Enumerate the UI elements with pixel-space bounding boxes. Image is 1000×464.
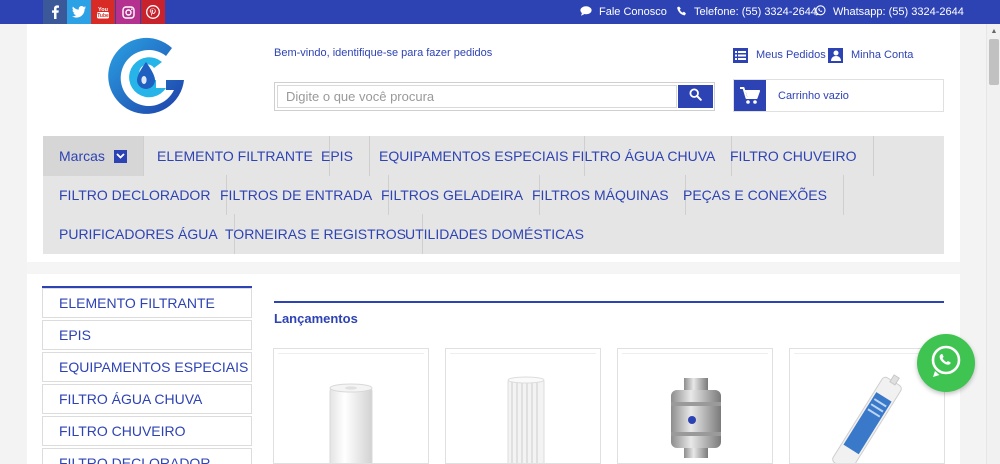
nav-item-equipamentos-especiais[interactable]: EQUIPAMENTOS ESPECIAIS bbox=[363, 136, 586, 176]
scroll-thumb[interactable] bbox=[989, 39, 999, 85]
nav-item-pecas-e-conexoes[interactable]: PEÇAS E CONEXÕES bbox=[667, 175, 844, 215]
nav-item-utilidades-domesticas[interactable]: UTILIDADES DOMÉSTICAS bbox=[389, 214, 600, 254]
sidebar-item-filtro-declorador[interactable]: FILTRO DECLORADOR bbox=[42, 448, 252, 464]
chevron-down-icon bbox=[113, 149, 127, 163]
meus-pedidos-label: Meus Pedidos bbox=[756, 49, 826, 61]
nav-item-purificadores-agua[interactable]: PURIFICADORES ÁGUA bbox=[43, 214, 235, 254]
product-card[interactable] bbox=[273, 348, 429, 464]
meus-pedidos-link[interactable]: Meus Pedidos bbox=[733, 47, 826, 63]
category-sidebar: ELEMENTO FILTRANTE EPIS EQUIPAMENTOS ESP… bbox=[42, 286, 252, 464]
product-card[interactable] bbox=[445, 348, 601, 464]
product-card[interactable] bbox=[617, 348, 773, 464]
telefone-label: Telefone: (55) 3324-2644 bbox=[694, 6, 817, 18]
site-logo[interactable] bbox=[104, 34, 188, 118]
nav-marcas-label: Marcas bbox=[59, 148, 105, 164]
youtube-icon[interactable]: You Tube bbox=[91, 0, 115, 24]
sidebar-item-epis[interactable]: EPIS bbox=[42, 320, 252, 350]
telefone-link[interactable]: Telefone: (55) 3324-2644 bbox=[677, 0, 817, 24]
minha-conta-link[interactable]: Minha Conta bbox=[828, 47, 913, 63]
whatsapp-small-icon bbox=[815, 5, 826, 19]
product-image[interactable] bbox=[278, 353, 424, 463]
nav-item-filtro-declorador[interactable]: FILTRO DECLORADOR bbox=[43, 175, 228, 215]
panel-separator bbox=[27, 262, 960, 274]
nav-item-filtros-maquinas[interactable]: FILTROS MÁQUINAS bbox=[516, 175, 686, 215]
chat-bubble-icon bbox=[580, 5, 592, 19]
user-icon bbox=[828, 47, 843, 63]
nav-item-filtro-agua-chuva[interactable]: FILTRO ÁGUA CHUVA bbox=[556, 136, 733, 176]
nav-item-epis[interactable]: EPIS bbox=[305, 136, 370, 176]
category-nav: Marcas ELEMENTO FILTRANTE EPIS EQUIPAMEN… bbox=[43, 136, 944, 254]
svg-text:Tube: Tube bbox=[97, 13, 109, 19]
fale-conosco-link[interactable]: Fale Conosco bbox=[580, 0, 667, 24]
welcome-message[interactable]: Bem-vindo, identifique-se para fazer ped… bbox=[274, 47, 492, 59]
whatsapp-link[interactable]: Whatsapp: (55) 3324-2644 bbox=[815, 0, 964, 24]
nav-item-filtros-de-entrada[interactable]: FILTROS DE ENTRADA bbox=[204, 175, 390, 215]
page-scrollbar[interactable]: ▲ bbox=[986, 24, 1000, 464]
search-bar bbox=[274, 82, 715, 111]
sidebar-item-filtro-agua-chuva[interactable]: FILTRO ÁGUA CHUVA bbox=[42, 384, 252, 414]
twitter-icon[interactable] bbox=[67, 0, 91, 24]
minha-conta-label: Minha Conta bbox=[851, 49, 914, 61]
whatsapp-label: Whatsapp: (55) 3324-2644 bbox=[833, 6, 964, 18]
search-input[interactable] bbox=[277, 85, 677, 108]
product-image[interactable] bbox=[622, 353, 768, 463]
nav-item-filtros-geladeira[interactable]: FILTROS GELADEIRA bbox=[365, 175, 541, 215]
cart-widget[interactable]: Carrinho vazio bbox=[733, 79, 944, 112]
section-title: Lançamentos bbox=[274, 311, 358, 326]
nav-item-elemento-filtrante[interactable]: ELEMENTO FILTRANTE bbox=[141, 136, 330, 176]
search-button[interactable] bbox=[678, 85, 713, 108]
sidebar-item-equipamentos-especiais[interactable]: EQUIPAMENTOS ESPECIAIS bbox=[42, 352, 252, 382]
facebook-icon[interactable] bbox=[43, 0, 67, 24]
instagram-icon[interactable] bbox=[116, 0, 140, 24]
fale-conosco-label: Fale Conosco bbox=[599, 6, 667, 18]
search-icon bbox=[689, 87, 702, 106]
list-icon bbox=[733, 47, 748, 63]
top-bar: You Tube Fale Conosco Telefone: (55) 3324… bbox=[0, 0, 1000, 24]
sidebar-item-filtro-chuveiro[interactable]: FILTRO CHUVEIRO bbox=[42, 416, 252, 446]
section-divider bbox=[274, 301, 944, 303]
pinterest-icon[interactable] bbox=[141, 0, 165, 24]
sidebar-item-elemento-filtrante[interactable]: ELEMENTO FILTRANTE bbox=[42, 288, 252, 318]
nav-marcas[interactable]: Marcas bbox=[43, 136, 144, 176]
whatsapp-icon bbox=[928, 343, 964, 384]
whatsapp-float-button[interactable] bbox=[917, 334, 975, 392]
nav-item-filtro-chuveiro[interactable]: FILTRO CHUVEIRO bbox=[714, 136, 874, 176]
cart-label: Carrinho vazio bbox=[778, 90, 849, 102]
phone-icon bbox=[677, 6, 687, 19]
scroll-up-arrow-icon[interactable]: ▲ bbox=[987, 24, 1000, 38]
cart-icon bbox=[734, 80, 766, 111]
product-image[interactable] bbox=[450, 353, 596, 463]
